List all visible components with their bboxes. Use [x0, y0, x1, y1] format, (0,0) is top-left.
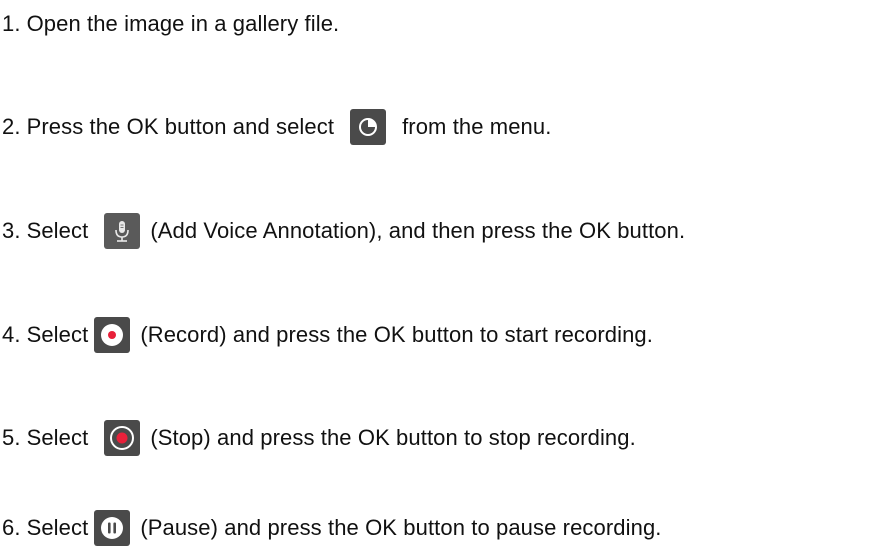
step-2-text-after: from the menu.	[402, 114, 552, 139]
step-4-number: 4.	[2, 322, 21, 347]
step-6-text-after: (Pause) and press the OK button to pause…	[140, 515, 662, 540]
step-3: 3. Select (Add Voice Annotation), and th…	[2, 211, 685, 251]
step-4-text-after: (Record) and press the OK button to star…	[140, 322, 653, 347]
step-2: 2. Press the OK button and select from t…	[2, 107, 551, 147]
stop-icon	[104, 420, 141, 456]
step-5: 5. Select (Stop) and press the OK button…	[2, 418, 636, 458]
step-1: 1. Open the image in a gallery file.	[2, 4, 339, 44]
step-4-text-before: Select	[26, 322, 89, 347]
step-5-text-after: (Stop) and press the OK button to stop r…	[150, 425, 636, 450]
pause-icon	[94, 510, 131, 546]
step-2-number: 2.	[2, 114, 21, 139]
step-5-text-before: Select	[26, 425, 89, 450]
step-3-text-before: Select	[26, 218, 89, 243]
step-2-text-before: Press the OK button and select	[26, 114, 335, 139]
step-1-text: Open the image in a gallery file.	[26, 11, 340, 36]
step-6-number: 6.	[2, 515, 21, 540]
step-3-text-after: (Add Voice Annotation), and then press t…	[150, 218, 686, 243]
step-5-number: 5.	[2, 425, 21, 450]
microphone-icon	[104, 213, 141, 249]
step-3-number: 3.	[2, 218, 21, 243]
step-4: 4. Select (Record) and press the OK butt…	[2, 315, 653, 355]
step-1-number: 1.	[2, 11, 21, 36]
record-icon	[94, 317, 131, 353]
step-6-text-before: Select	[26, 515, 89, 540]
pie-chart-icon	[350, 109, 387, 145]
step-6: 6. Select (Pause) and press the OK butto…	[2, 508, 662, 548]
